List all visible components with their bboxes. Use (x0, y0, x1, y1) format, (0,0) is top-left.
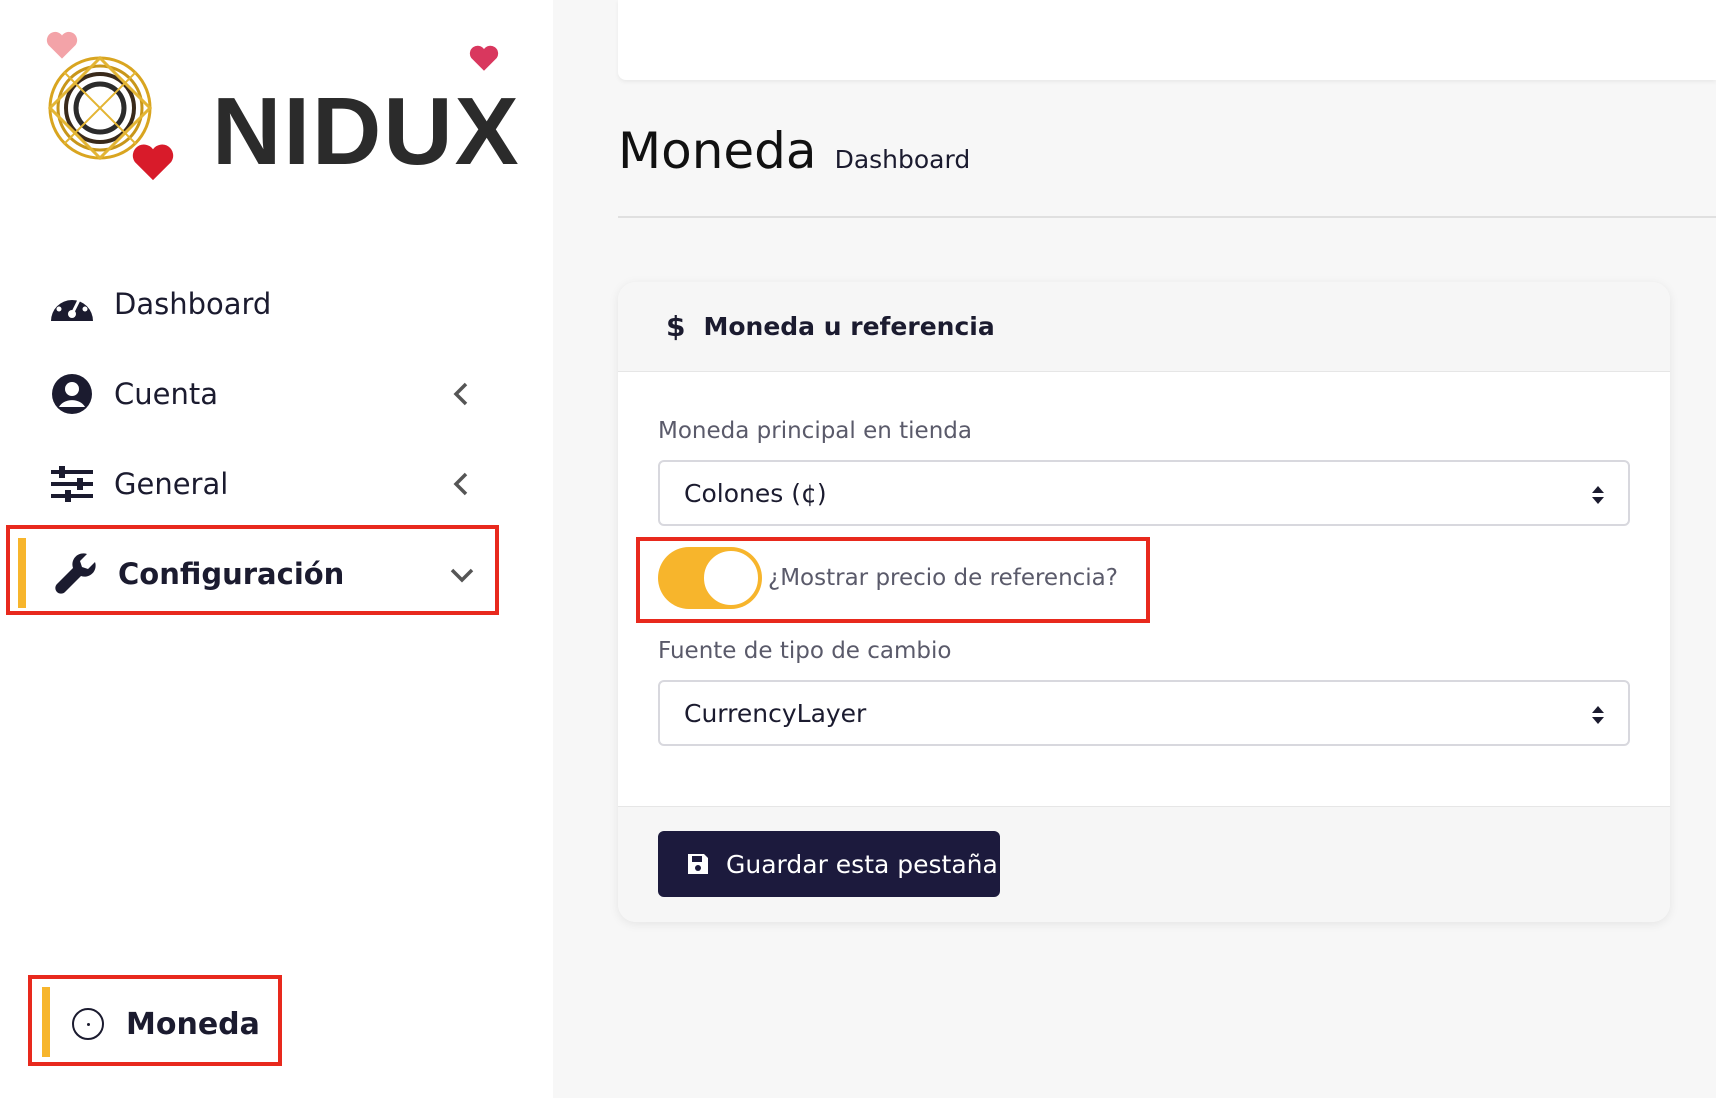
heart-icon (46, 31, 78, 59)
select-arrows-icon (1592, 706, 1604, 724)
save-button-label: Guardar esta pestaña (726, 849, 998, 879)
sidebar-subitem-label: Moneda (126, 1006, 260, 1042)
chevron-left-icon (453, 382, 468, 406)
chevron-left-icon (453, 472, 468, 496)
active-indicator (42, 987, 50, 1057)
header-divider (618, 216, 1716, 218)
top-bar (618, 0, 1716, 80)
card-title: Moneda u referencia (703, 312, 995, 341)
highlight-box (636, 537, 1150, 623)
page-title: Moneda (618, 122, 817, 180)
primary-currency-select[interactable]: Colones (¢) (658, 460, 1630, 526)
exchange-source-label: Fuente de tipo de cambio (658, 638, 952, 664)
breadcrumb[interactable]: Dashboard (835, 145, 971, 174)
card-header: $ Moneda u referencia (618, 282, 1670, 372)
heart-icon (132, 144, 174, 181)
exchange-source-select[interactable]: CurrencyLayer (658, 680, 1630, 746)
sidebar-item-dashboard[interactable]: Dashboard (48, 274, 478, 334)
sidebar-item-cuenta[interactable]: Cuenta (48, 364, 478, 424)
primary-currency-label: Moneda principal en tienda (658, 418, 972, 444)
floppy-disk-icon (688, 854, 708, 874)
exchange-source-value: CurrencyLayer (684, 698, 867, 728)
sidebar-item-configuracion[interactable]: Configuración (52, 544, 482, 604)
chevron-down-icon (450, 568, 474, 583)
wrench-icon (52, 550, 100, 598)
nidux-logo[interactable]: NIDUX (40, 30, 519, 190)
sidebar: NIDUX Dashboard Cuenta General Configura… (0, 0, 553, 1098)
select-arrows-icon (1592, 486, 1604, 504)
sidebar-item-label: Dashboard (114, 287, 272, 321)
logo-wordmark: NIDUX (212, 78, 521, 185)
active-indicator (18, 538, 26, 608)
dollar-icon: $ (666, 310, 686, 343)
save-tab-button[interactable]: Guardar esta pestaña (658, 831, 1000, 897)
sidebar-item-label: Configuración (118, 557, 345, 591)
sliders-icon (48, 460, 96, 508)
speedometer-icon (48, 280, 96, 328)
primary-currency-value: Colones (¢) (684, 478, 827, 508)
page-header: Moneda Dashboard (618, 122, 970, 180)
heart-icon (469, 45, 499, 71)
sidebar-item-label: General (114, 467, 229, 501)
sidebar-item-label: Cuenta (114, 377, 218, 411)
sidebar-subitem-moneda[interactable]: Moneda (72, 1000, 260, 1048)
user-circle-icon (48, 370, 96, 418)
circle-dot-icon (72, 1008, 104, 1040)
card-footer: Guardar esta pestaña (618, 806, 1670, 922)
sidebar-item-general[interactable]: General (48, 454, 478, 514)
